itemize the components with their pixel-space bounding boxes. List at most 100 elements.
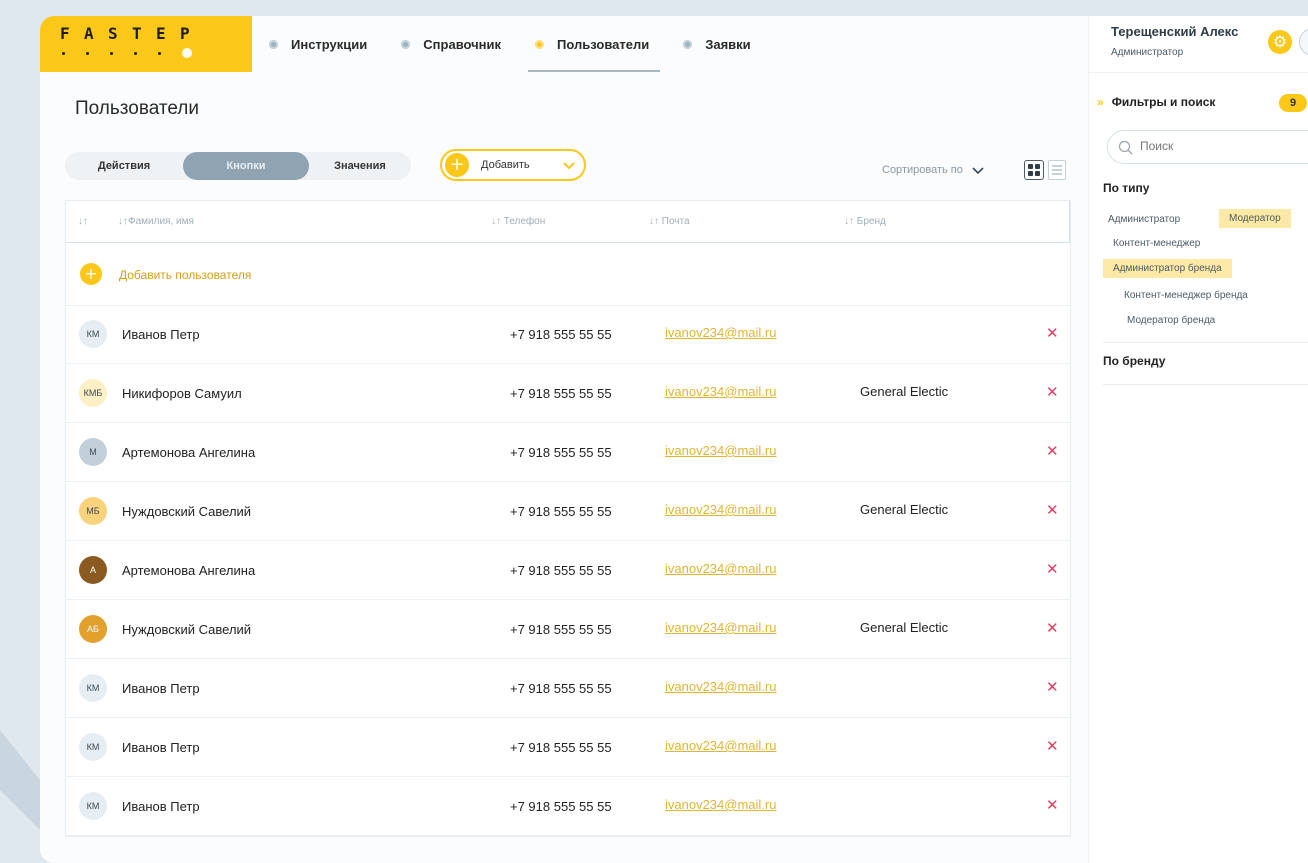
page-title: Пользователи xyxy=(75,98,200,119)
filters-count-badge: 9 xyxy=(1279,94,1307,112)
filters-header[interactable]: » Фильтры и поиск xyxy=(1097,95,1215,109)
user-email-link[interactable]: ivanov234@mail.ru xyxy=(665,620,776,635)
table-row[interactable]: КМ Иванов Петр +7 918 555 55 55 ivanov234@m… xyxy=(66,718,1070,777)
filter-tag-content-manager[interactable]: Контент-менеджер xyxy=(1113,238,1200,249)
nav-instructions[interactable]: Инструкции xyxy=(252,16,384,72)
user-full-name[interactable]: Артемонова Ангелина xyxy=(122,445,255,460)
user-brand: General Electic xyxy=(860,502,949,517)
avatar: КМ xyxy=(79,320,107,348)
nav-users[interactable]: Пользователи xyxy=(518,16,666,72)
user-phone: +7 918 555 55 55 xyxy=(510,327,612,342)
plus-icon: + xyxy=(80,263,102,285)
top-navigation: Инструкции Справочник Пользователи Заявк… xyxy=(252,16,768,72)
delete-icon[interactable]: ✕ xyxy=(1046,383,1059,401)
nav-dot-icon xyxy=(683,39,693,49)
avatar: АБ xyxy=(79,615,107,643)
user-full-name[interactable]: Нуждовский Савелий xyxy=(122,622,251,637)
user-phone: +7 918 555 55 55 xyxy=(510,386,612,401)
user-email-link[interactable]: ivanov234@mail.ru xyxy=(665,738,776,753)
user-full-name[interactable]: Иванов Петр xyxy=(122,740,200,755)
column-name-header[interactable]: ↓↑Фамилия, имя xyxy=(118,216,194,227)
user-phone: +7 918 555 55 55 xyxy=(510,622,612,637)
search-icon xyxy=(1118,140,1133,155)
user-phone: +7 918 555 55 55 xyxy=(510,740,612,755)
user-email-link[interactable]: ivanov234@mail.ru xyxy=(665,325,776,340)
segment-values[interactable]: Значения xyxy=(309,152,411,180)
avatar: МБ xyxy=(79,497,107,525)
plus-icon: + xyxy=(445,153,469,177)
table-row[interactable]: КМ Иванов Петр +7 918 555 55 55 ivanov234@m… xyxy=(66,659,1070,718)
list-view-icon[interactable] xyxy=(1048,160,1066,180)
filter-tag-brand-moderator[interactable]: Модератор бренда xyxy=(1127,315,1215,326)
filter-tag-brand-administrator[interactable]: Администратор бренда xyxy=(1103,259,1232,278)
user-email-link[interactable]: ivanov234@mail.ru xyxy=(665,384,776,399)
table-row[interactable]: МБ Нуждовский Савелий +7 918 555 55 55 ivan… xyxy=(66,482,1070,541)
filter-tag-brand-content-manager[interactable]: Контент-менеджер бренда xyxy=(1124,290,1248,301)
users-table: ↓↑ ↓↑Фамилия, имя ↓↑ Телефон ↓↑ Почта ↓↑… xyxy=(65,200,1071,837)
add-button-label: Добавить xyxy=(481,159,530,171)
table-row[interactable]: КМБ Никифоров Самуил +7 918 555 55 55 ivano… xyxy=(66,364,1070,423)
user-avatar[interactable] xyxy=(1299,28,1308,56)
user-full-name[interactable]: Иванов Петр xyxy=(122,681,200,696)
avatar: КМ xyxy=(79,674,107,702)
filter-tag-administrator[interactable]: Администратор xyxy=(1108,214,1180,225)
table-row[interactable]: КМ Иванов Петр +7 918 555 55 55 ivanov234@m… xyxy=(66,305,1070,364)
nav-requests[interactable]: Заявки xyxy=(666,16,767,72)
grid-view-icon[interactable] xyxy=(1024,160,1044,180)
segment-actions[interactable]: Действия xyxy=(65,152,183,180)
add-user-row[interactable]: + Добавить пользователя xyxy=(66,243,1070,306)
logo-dots xyxy=(62,48,192,58)
add-user-link[interactable]: Добавить пользователя xyxy=(119,268,251,282)
user-name[interactable]: Терещенский Алекс xyxy=(1111,24,1238,39)
delete-icon[interactable]: ✕ xyxy=(1046,442,1059,460)
table-row[interactable]: А Артемонова Ангелина +7 918 555 55 55 ivan… xyxy=(66,541,1070,600)
avatar: А xyxy=(79,556,107,584)
user-full-name[interactable]: Нуждовский Савелий xyxy=(122,504,251,519)
filter-tag-moderator[interactable]: Модератор xyxy=(1219,209,1291,228)
delete-icon[interactable]: ✕ xyxy=(1046,796,1059,814)
search-input[interactable] xyxy=(1138,138,1308,154)
view-segmented-control: Действия Кнопки Значения xyxy=(65,152,411,180)
sort-all-icon[interactable]: ↓↑ xyxy=(78,216,88,227)
user-full-name[interactable]: Артемонова Ангелина xyxy=(122,563,255,578)
double-chevron-right-icon: » xyxy=(1097,95,1104,109)
delete-icon[interactable]: ✕ xyxy=(1046,737,1059,755)
nav-dot-icon xyxy=(535,39,545,49)
column-brand-header[interactable]: ↓↑ Бренд xyxy=(844,216,886,227)
filter-by-type-heading[interactable]: По типу xyxy=(1103,181,1149,195)
delete-icon[interactable]: ✕ xyxy=(1046,619,1059,637)
sort-dropdown[interactable]: Сортировать по xyxy=(882,164,985,176)
delete-icon[interactable]: ✕ xyxy=(1046,678,1059,696)
filters-title: Фильтры и поиск xyxy=(1111,95,1216,109)
user-email-link[interactable]: ivanov234@mail.ru xyxy=(665,797,776,812)
table-row[interactable]: М Артемонова Ангелина +7 918 555 55 55 ivan… xyxy=(66,423,1070,482)
segment-buttons[interactable]: Кнопки xyxy=(183,152,309,180)
delete-icon[interactable]: ✕ xyxy=(1046,501,1059,519)
table-header: ↓↑ ↓↑Фамилия, имя ↓↑ Телефон ↓↑ Почта ↓↑… xyxy=(66,201,1070,243)
user-email-link[interactable]: ivanov234@mail.ru xyxy=(665,679,776,694)
app-window: F A S T E P Инструкции Справочник Пользо… xyxy=(40,16,1308,863)
user-email-link[interactable]: ivanov234@mail.ru xyxy=(665,502,776,517)
column-phone-header[interactable]: ↓↑ Телефон xyxy=(491,216,545,227)
nav-reference[interactable]: Справочник xyxy=(384,16,518,72)
right-sidebar: Терещенский Алекс Администратор ⚙ » Филь… xyxy=(1088,16,1308,863)
divider xyxy=(1103,342,1308,343)
avatar: КМБ xyxy=(79,379,107,407)
user-email-link[interactable]: ivanov234@mail.ru xyxy=(665,561,776,576)
filter-by-brand-heading[interactable]: По бренду xyxy=(1103,354,1165,368)
user-full-name[interactable]: Иванов Петр xyxy=(122,799,200,814)
sort-label: Сортировать по xyxy=(882,164,963,176)
user-full-name[interactable]: Никифоров Самуил xyxy=(122,386,242,401)
gear-icon[interactable]: ⚙ xyxy=(1268,30,1292,54)
user-phone: +7 918 555 55 55 xyxy=(510,563,612,578)
user-full-name[interactable]: Иванов Петр xyxy=(122,327,200,342)
delete-icon[interactable]: ✕ xyxy=(1046,324,1059,342)
delete-icon[interactable]: ✕ xyxy=(1046,560,1059,578)
user-email-link[interactable]: ivanov234@mail.ru xyxy=(665,443,776,458)
search-field[interactable] xyxy=(1107,130,1308,164)
table-row[interactable]: КМ Иванов Петр +7 918 555 55 55 ivanov234@m… xyxy=(66,777,1070,836)
table-row[interactable]: АБ Нуждовский Савелий +7 918 555 55 55 ivan… xyxy=(66,600,1070,659)
add-dropdown-button[interactable]: + Добавить xyxy=(440,149,586,181)
fastep-logo[interactable]: F A S T E P xyxy=(40,16,252,72)
column-email-header[interactable]: ↓↑ Почта xyxy=(649,216,690,227)
